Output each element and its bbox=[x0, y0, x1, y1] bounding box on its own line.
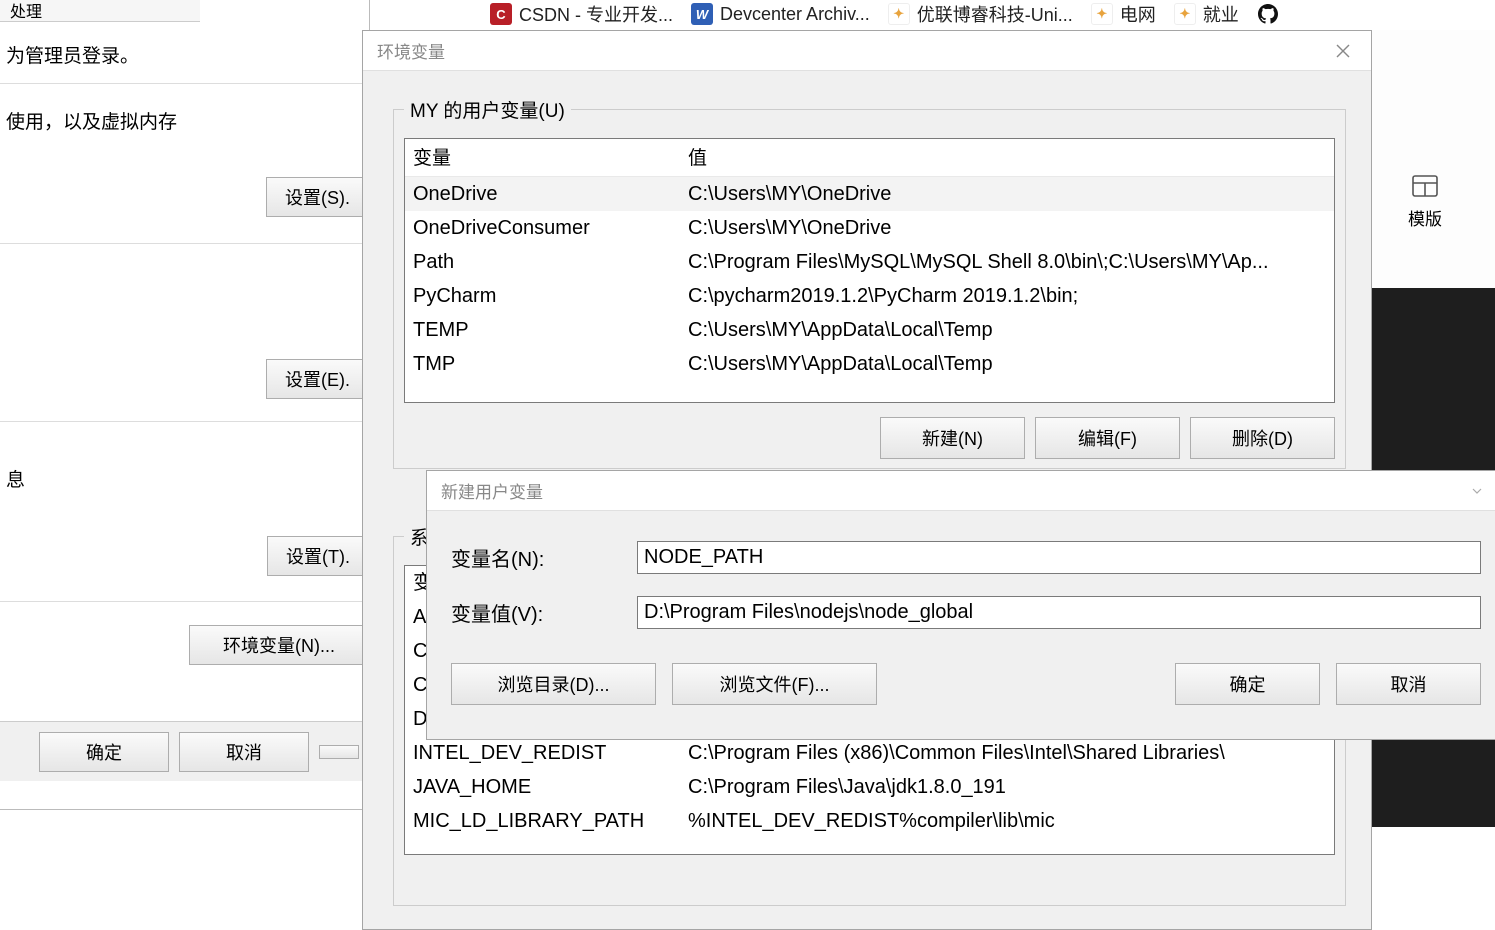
new-user-variable-dialog: 新建用户变量 变量名(N): 变量值(V): 浏览目录(D)... 浏览文件(F… bbox=[426, 470, 1495, 740]
sysprop-apply-button[interactable] bbox=[319, 745, 359, 759]
newvar-ok-button[interactable]: 确定 bbox=[1175, 663, 1320, 705]
var-name-input[interactable] bbox=[637, 541, 1481, 574]
bookmark-label: CSDN - 专业开发... bbox=[519, 1, 673, 27]
tab-partial[interactable]: 处理 bbox=[0, 0, 200, 22]
table-row[interactable]: OneDrive C:\Users\MY\OneDrive bbox=[405, 177, 1334, 211]
browse-file-button[interactable]: 浏览文件(F)... bbox=[672, 663, 877, 705]
grid-icon: ✦ bbox=[1091, 3, 1113, 25]
table-row[interactable]: PyCharm C:\pycharm2019.1.2\PyCharm 2019.… bbox=[405, 279, 1334, 313]
col-var: 变量 bbox=[413, 143, 688, 170]
newvar-cancel-button[interactable]: 取消 bbox=[1336, 663, 1481, 705]
settings-e-button[interactable]: 设置(E). bbox=[266, 359, 369, 399]
delete-button[interactable]: 删除(D) bbox=[1190, 417, 1335, 459]
newvar-titlebar: 新建用户变量 bbox=[427, 471, 1495, 511]
sysprop-line1: 为管理员登录。 bbox=[6, 41, 139, 68]
var-name-label: 变量名(N): bbox=[451, 543, 637, 572]
table-row[interactable]: TMP C:\Users\MY\AppData\Local\Temp bbox=[405, 347, 1334, 381]
bookmark-github[interactable] bbox=[1257, 3, 1286, 25]
env-variables-button[interactable]: 环境变量(N)... bbox=[189, 625, 369, 665]
table-row[interactable]: Path C:\Program Files\MySQL\MySQL Shell … bbox=[405, 245, 1334, 279]
new-button[interactable]: 新建(N) bbox=[880, 417, 1025, 459]
github-icon bbox=[1257, 3, 1279, 25]
user-vars-label: MY 的用户变量(U) bbox=[404, 96, 571, 123]
bookmark-label: 就业 bbox=[1203, 1, 1239, 27]
envvar-titlebar: 环境变量 bbox=[363, 31, 1371, 71]
sysprop-cancel-button[interactable]: 取消 bbox=[179, 732, 309, 772]
sysprop-bottom-bar: 确定 取消 bbox=[0, 721, 369, 781]
devcenter-icon: W bbox=[691, 3, 713, 25]
edit-button[interactable]: 编辑(F) bbox=[1035, 417, 1180, 459]
user-vars-table[interactable]: 变量 值 OneDrive C:\Users\MY\OneDrive OneDr… bbox=[404, 138, 1335, 403]
bookmark-jobs[interactable]: ✦ 就业 bbox=[1174, 1, 1239, 27]
user-vars-buttons: 新建(N) 编辑(F) 删除(D) bbox=[394, 413, 1345, 459]
newvar-buttons: 浏览目录(D)... 浏览文件(F)... 确定 取消 bbox=[427, 651, 1495, 705]
csdn-icon: C bbox=[490, 3, 512, 25]
sysprop-ok-button[interactable]: 确定 bbox=[39, 732, 169, 772]
bookmark-uni[interactable]: ✦ 优联博睿科技-Uni... bbox=[888, 1, 1073, 27]
jobs-icon: ✦ bbox=[1174, 3, 1196, 25]
user-vars-group: MY 的用户变量(U) 变量 值 OneDrive C:\Users\MY\On… bbox=[393, 109, 1346, 469]
table-row[interactable]: MIC_LD_LIBRARY_PATH %INTEL_DEV_REDIST%co… bbox=[405, 804, 1334, 838]
bookmark-label: 优联博睿科技-Uni... bbox=[917, 1, 1073, 27]
browse-dir-button[interactable]: 浏览目录(D)... bbox=[451, 663, 656, 705]
system-properties-dialog: 为管理员登录。 使用，以及虚拟内存 设置(S). 设置(E). 息 设置(T).… bbox=[0, 0, 370, 810]
bookmark-devcenter[interactable]: W Devcenter Archiv... bbox=[691, 3, 870, 25]
bookmark-grid[interactable]: ✦ 电网 bbox=[1091, 1, 1156, 27]
var-value-input[interactable] bbox=[637, 596, 1481, 629]
table-row[interactable]: TEMP C:\Users\MY\AppData\Local\Temp bbox=[405, 313, 1334, 347]
table-row[interactable]: JAVA_HOME C:\Program Files\Java\jdk1.8.0… bbox=[405, 770, 1334, 804]
templates-button[interactable]: 模版 bbox=[1395, 175, 1455, 230]
table-row[interactable]: OneDriveConsumer C:\Users\MY\OneDrive bbox=[405, 211, 1334, 245]
close-icon[interactable] bbox=[1315, 31, 1371, 71]
bookmark-csdn[interactable]: C CSDN - 专业开发... bbox=[490, 1, 673, 27]
right-panel: 模版 bbox=[1370, 30, 1495, 288]
bookmark-label: Devcenter Archiv... bbox=[720, 4, 870, 25]
tab-partial-label: 处理 bbox=[10, 0, 42, 22]
table-row[interactable]: INTEL_DEV_REDIST C:\Program Files (x86)\… bbox=[405, 736, 1334, 770]
col-val: 值 bbox=[688, 143, 1326, 170]
settings-t-button[interactable]: 设置(T). bbox=[267, 536, 369, 576]
template-label: 模版 bbox=[1395, 205, 1455, 230]
bookmark-label: 电网 bbox=[1120, 1, 1156, 27]
sysprop-line3: 息 bbox=[6, 465, 25, 492]
var-value-label: 变量值(V): bbox=[451, 598, 637, 627]
table-header: 变量 值 bbox=[405, 139, 1334, 177]
sysprop-line2: 使用，以及虚拟内存 bbox=[6, 107, 177, 134]
settings-s-button[interactable]: 设置(S). bbox=[266, 177, 369, 217]
newvar-title: 新建用户变量 bbox=[441, 478, 543, 503]
bookmarks-bar: C CSDN - 专业开发... W Devcenter Archiv... ✦… bbox=[490, 0, 1495, 28]
envvar-title: 环境变量 bbox=[377, 38, 445, 63]
close-icon[interactable] bbox=[1449, 471, 1495, 511]
uni-icon: ✦ bbox=[888, 3, 910, 25]
